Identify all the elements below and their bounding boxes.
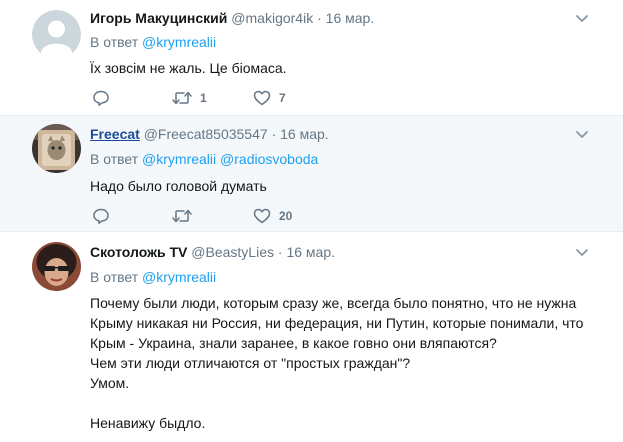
avatar-portrait-photo[interactable] <box>32 242 81 291</box>
mention-link[interactable]: @radiosvoboda <box>220 151 318 167</box>
tweet-1[interactable]: Игорь Макуцинский @makigor4ik · 16 мар. … <box>0 0 623 115</box>
mention-link[interactable]: @krymrealii <box>142 269 216 285</box>
reply-button[interactable] <box>92 206 118 226</box>
retweet-icon <box>172 91 192 105</box>
retweet-count: 1 <box>200 91 207 105</box>
user-name[interactable]: Скотоложь TV <box>90 244 187 260</box>
reply-context: В ответ @krymrealii @radiosvoboda <box>90 151 318 167</box>
like-icon <box>253 208 271 224</box>
reply-icon <box>93 208 109 224</box>
caret-down-icon[interactable] <box>575 14 589 24</box>
tweet-header: Скотоложь TV @BeastyLies · 16 мар. <box>90 244 335 260</box>
tweet-text: Надо было головой думать <box>90 178 267 194</box>
user-name[interactable]: Игорь Макуцинский <box>90 10 227 26</box>
reply-prefix: В ответ <box>90 34 139 50</box>
separator-dot: · <box>277 244 283 260</box>
user-handle[interactable]: @BeastyLies <box>191 244 274 260</box>
timestamp[interactable]: 16 мар. <box>280 126 329 142</box>
reply-button[interactable] <box>92 88 118 108</box>
like-icon <box>253 90 271 106</box>
retweet-button[interactable] <box>172 206 200 226</box>
reply-context: В ответ @krymrealii <box>90 269 216 285</box>
separator-dot: · <box>317 10 322 26</box>
tweet-2[interactable]: Freecat @Freecat85035547 · 16 мар. В отв… <box>0 116 623 231</box>
reply-icon <box>93 90 109 106</box>
separator-dot: · <box>271 126 277 142</box>
retweet-icon <box>172 209 192 223</box>
tweet-3[interactable]: Скотоложь TV @BeastyLies · 16 мар. В отв… <box>0 232 623 442</box>
reply-prefix: В ответ <box>90 151 139 167</box>
reply-prefix: В ответ <box>90 269 139 285</box>
caret-down-icon[interactable] <box>575 130 589 140</box>
like-button[interactable]: 7 <box>253 88 286 108</box>
like-count: 20 <box>279 209 293 223</box>
timestamp[interactable]: 16 мар. <box>286 244 335 260</box>
retweet-button[interactable]: 1 <box>172 88 207 108</box>
timestamp[interactable]: 16 мар. <box>326 10 375 26</box>
caret-down-icon[interactable] <box>575 248 589 258</box>
user-name[interactable]: Freecat <box>90 126 140 142</box>
like-count: 7 <box>279 91 286 105</box>
avatar-default[interactable] <box>32 10 81 59</box>
avatar-cat-photo[interactable] <box>32 124 81 173</box>
mention-link[interactable]: @krymrealii <box>142 34 216 50</box>
tweet-header: Freecat @Freecat85035547 · 16 мар. <box>90 126 329 142</box>
user-handle[interactable]: @Freecat85035547 <box>144 126 268 142</box>
mention-link[interactable]: @krymrealii <box>142 151 216 167</box>
user-handle[interactable]: @makigor4ik <box>231 10 313 26</box>
tweet-text: Почему были люди, которым сразу же, всег… <box>90 295 584 431</box>
tweet-header: Игорь Макуцинский @makigor4ik · 16 мар. <box>90 10 374 26</box>
tweet-text: Їх зовсім не жаль. Це біомаса. <box>90 60 287 76</box>
like-button[interactable]: 20 <box>253 206 292 226</box>
reply-context: В ответ @krymrealii <box>90 34 216 50</box>
